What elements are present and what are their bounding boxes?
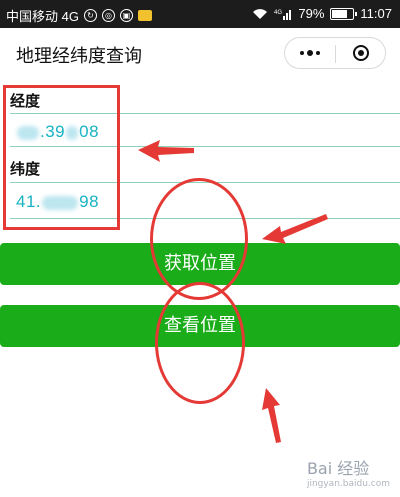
- annotation-arrows: [138, 140, 328, 443]
- watermark-subtext: jingyan.baidu.com: [306, 479, 390, 489]
- watermark-text: Bai 经验: [306, 459, 370, 478]
- annotation-arrow: [262, 388, 281, 443]
- annotation-arrow: [138, 140, 194, 162]
- watermark: Bai 经验 jingyan.baidu.com: [307, 455, 390, 489]
- annotation-arrow: [262, 214, 328, 244]
